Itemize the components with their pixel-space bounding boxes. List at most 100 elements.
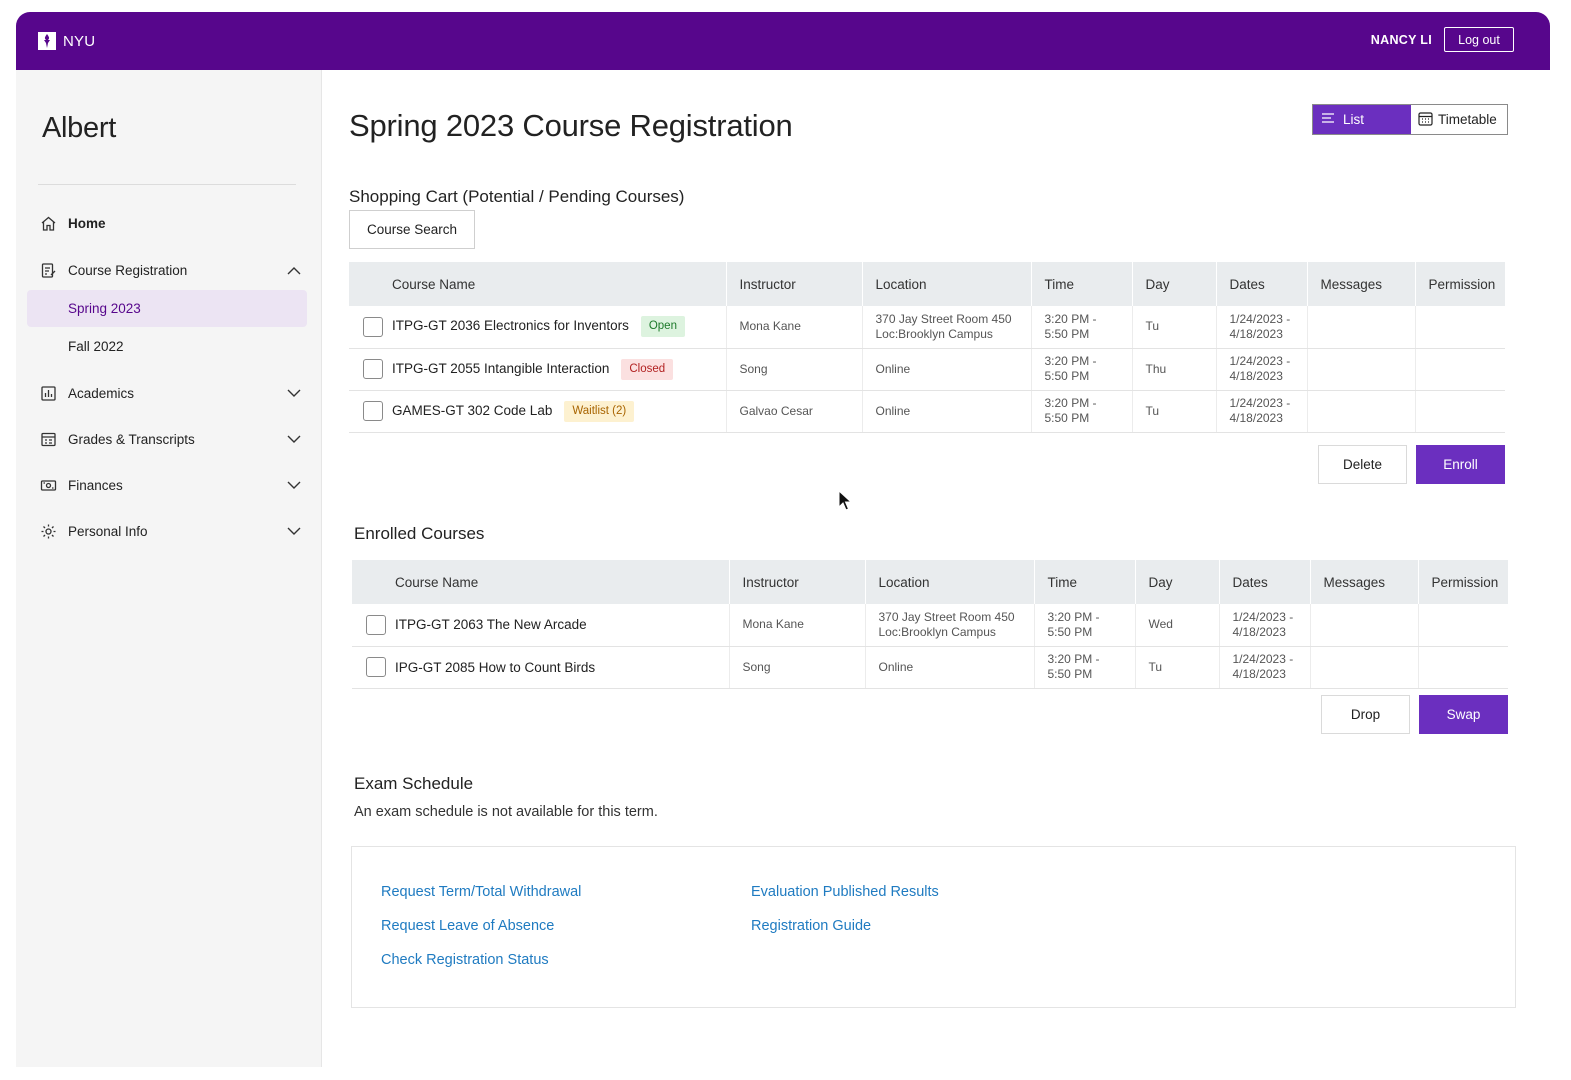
course-search-button[interactable]: Course Search (349, 210, 475, 249)
row-checkbox-cell (349, 306, 388, 349)
calendar-icon (1418, 111, 1433, 129)
course-name[interactable]: ITPG-GT 2063 The New Arcade (391, 604, 729, 647)
sidebar-item-course-registration[interactable]: Course Registration (38, 251, 302, 289)
time-line: 5:50 PM (1044, 411, 1090, 425)
table-row: ITPG-GT 2063 The New Arcade Mona Kane 37… (352, 604, 1508, 647)
row-checkbox[interactable] (366, 614, 386, 635)
status-badge: Closed (621, 358, 674, 380)
link-request-withdrawal[interactable]: Request Term/Total Withdrawal (381, 884, 581, 900)
chevron-down-icon[interactable] (286, 477, 302, 493)
chevron-down-icon[interactable] (286, 523, 302, 539)
enroll-button[interactable]: Enroll (1416, 445, 1505, 484)
shopping-cart-heading: Shopping Cart (Potential / Pending Cours… (349, 187, 685, 206)
sidebar-subitem-spring-2023[interactable]: Spring 2023 (27, 290, 307, 327)
link-check-registration-status[interactable]: Check Registration Status (381, 952, 549, 968)
logout-button[interactable]: Log out (1444, 27, 1514, 52)
dates-line: 1/24/2023 - (1232, 609, 1294, 624)
location-cell: 370 Jay Street Room 450 Loc:Brooklyn Camp… (864, 604, 1034, 647)
timetable-view-button[interactable]: Timetable (1411, 105, 1507, 134)
permission-cell (1414, 306, 1505, 349)
link-request-leave[interactable]: Request Leave of Absence (381, 918, 554, 934)
row-checkbox[interactable] (363, 359, 383, 379)
column-header-permission[interactable]: Permission (1417, 560, 1508, 604)
column-header-select (352, 560, 391, 604)
logo-text: NYU (63, 32, 96, 50)
permission-cell (1414, 348, 1505, 391)
row-checkbox[interactable] (363, 316, 383, 337)
column-header-day[interactable]: Day (1134, 560, 1219, 604)
chevron-down-icon[interactable] (286, 385, 302, 401)
day-cell: Tu (1131, 306, 1216, 349)
row-checkbox[interactable] (363, 401, 383, 421)
location-cell: 370 Jay Street Room 450 Loc:Brooklyn Camp… (861, 306, 1031, 349)
time-line: 3:20 PM - (1044, 311, 1097, 326)
column-header-dates[interactable]: Dates (1215, 262, 1307, 306)
sidebar-item-label: Home (68, 215, 106, 231)
time-line: 5:50 PM (1047, 667, 1093, 681)
location-cell: Online (864, 646, 1034, 689)
course-name-cell: ITPG-GT 2055 Intangible Interaction Close… (388, 348, 726, 391)
location-line: Loc:Brooklyn Campus (878, 624, 996, 639)
column-header-time[interactable]: Time (1030, 262, 1132, 306)
drop-button[interactable]: Drop (1321, 695, 1410, 734)
location-line: 370 Jay Street Room 450 (878, 609, 1015, 624)
sidebar-item-grades-transcripts[interactable]: Grades & Transcripts (38, 420, 302, 458)
table-row: GAMES-GT 302 Code Lab Waitlist (2) Galvao… (349, 390, 1505, 433)
torch-icon (38, 32, 56, 50)
row-checkbox-cell (349, 348, 388, 391)
link-evaluation-results[interactable]: Evaluation Published Results (751, 884, 939, 900)
column-header-course-name[interactable]: Course Name (391, 560, 729, 604)
time-cell: 3:20 PM -5:50 PM (1030, 390, 1132, 433)
shopping-cart-table: Course Name Instructor Location Time Day… (349, 262, 1505, 433)
sidebar-item-home[interactable]: Home (38, 204, 302, 242)
enrolled-courses-heading: Enrolled Courses (354, 524, 485, 543)
column-header-instructor[interactable]: Instructor (728, 560, 865, 604)
course-name[interactable]: ITPG-GT 2036 Electronics for Inventors (392, 318, 629, 333)
row-checkbox-cell (352, 604, 391, 647)
course-name[interactable]: ITPG-GT 2055 Intangible Interaction (392, 361, 609, 376)
finances-icon (38, 475, 58, 495)
column-header-messages[interactable]: Messages (1309, 560, 1418, 604)
list-icon (1321, 112, 1335, 127)
time-cell: 3:20 PM -5:50 PM (1033, 604, 1135, 647)
course-name[interactable]: IPG-GT 2085 How to Count Birds (391, 646, 729, 689)
instructor-cell: Mona Kane (728, 604, 865, 647)
sidebar-item-finances[interactable]: Finances (38, 466, 302, 504)
status-badge: Waitlist (2) (564, 400, 635, 422)
row-checkbox[interactable] (366, 657, 386, 677)
column-header-location[interactable]: Location (864, 560, 1034, 604)
top-bar: NYU NANCY LI Log out (16, 12, 1550, 70)
instructor-cell: Galvao Cesar (725, 390, 862, 433)
column-header-location[interactable]: Location (861, 262, 1031, 306)
column-header-course-name[interactable]: Course Name (388, 262, 726, 306)
column-header-permission[interactable]: Permission (1414, 262, 1505, 306)
instructor-cell: Song (725, 348, 862, 391)
link-registration-guide[interactable]: Registration Guide (751, 918, 871, 934)
row-checkbox-cell (352, 646, 391, 689)
location-line: Online (875, 361, 911, 376)
dates-cell: 1/24/2023 -4/18/2023 (1215, 306, 1307, 349)
column-header-dates[interactable]: Dates (1218, 560, 1310, 604)
swap-button[interactable]: Swap (1419, 695, 1508, 734)
sidebar-item-label: Personal Info (68, 523, 148, 539)
list-view-button[interactable]: List (1313, 105, 1411, 134)
time-cell: 3:20 PM -5:50 PM (1033, 646, 1135, 689)
column-header-instructor[interactable]: Instructor (725, 262, 862, 306)
column-header-time[interactable]: Time (1033, 560, 1135, 604)
location-line: Online (875, 403, 911, 418)
course-name[interactable]: GAMES-GT 302 Code Lab (392, 403, 552, 418)
chevron-up-icon[interactable] (286, 262, 302, 278)
dates-line: 4/18/2023 (1229, 326, 1283, 341)
messages-cell (1309, 604, 1418, 647)
chevron-down-icon[interactable] (286, 431, 302, 447)
sidebar-item-personal-info[interactable]: Personal Info (38, 512, 302, 550)
location-line: 370 Jay Street Room 450 (875, 311, 1012, 326)
delete-button[interactable]: Delete (1318, 445, 1407, 484)
column-header-day[interactable]: Day (1131, 262, 1216, 306)
time-line: 5:50 PM (1044, 369, 1090, 383)
sidebar-item-academics[interactable]: Academics (38, 374, 302, 412)
nyu-logo[interactable]: NYU (38, 31, 95, 51)
column-header-messages[interactable]: Messages (1306, 262, 1415, 306)
course-name-cell: ITPG-GT 2036 Electronics for Inventors Op… (388, 306, 726, 349)
sidebar-subitem-fall-2022[interactable]: Fall 2022 (27, 328, 307, 365)
